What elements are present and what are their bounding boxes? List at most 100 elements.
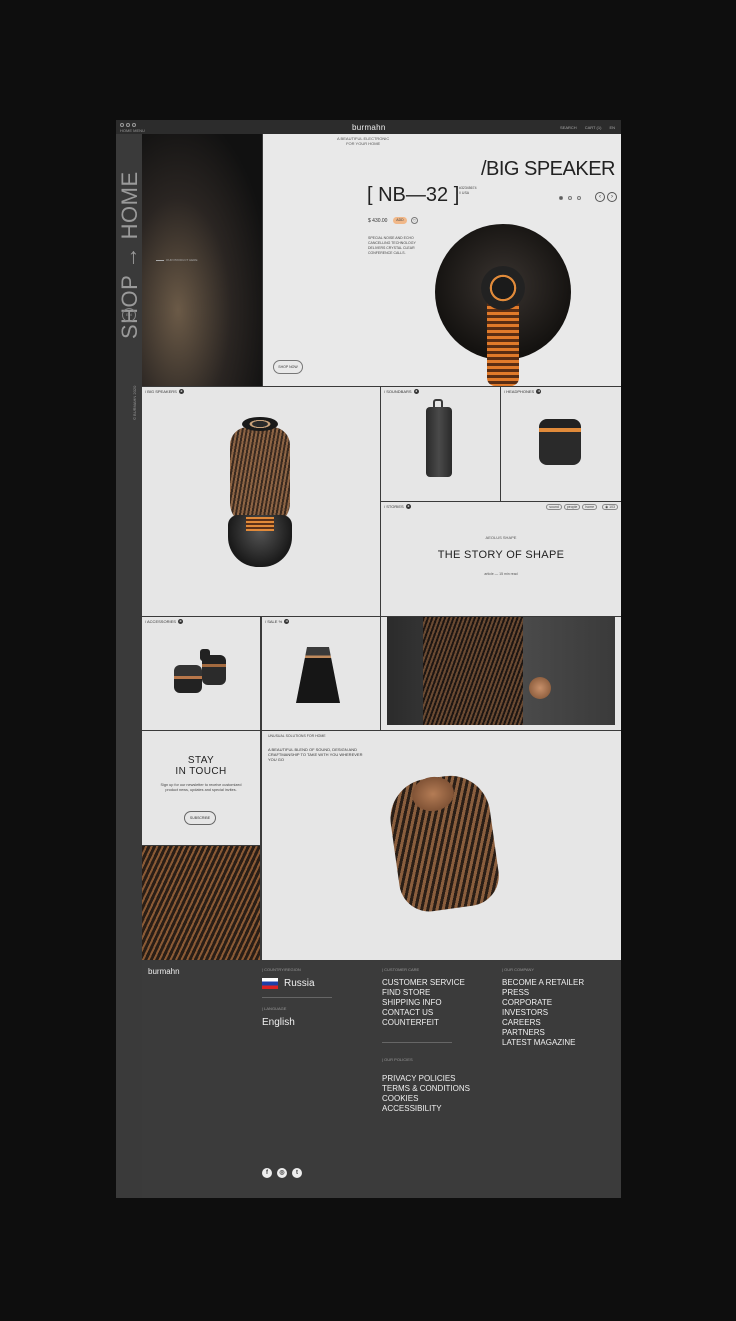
footer-link[interactable]: CONTACT US [382,1008,470,1018]
category-sale[interactable]: / SALE % ➜ [262,617,380,730]
arrow-icon: ➜ [178,389,184,394]
facebook-icon[interactable]: f [262,1168,272,1178]
country-heading: COUNTRY/REGION [262,967,332,972]
big-speaker-image [230,427,290,527]
soundbar-image [426,407,452,477]
footer: burmahn COUNTRY/REGION Russia LANGUAGE E… [142,961,621,1198]
divider [262,997,332,998]
category-headphones[interactable]: / HEADPHONES ➜ [501,387,621,501]
tag-chip[interactable]: home [582,504,598,510]
hero-tagline: A BEAUTIFUL ELECTRONIC FOR YOUR HOME [337,136,390,146]
footer-link[interactable]: TERMS & CONDITIONS [382,1084,470,1094]
carousel-dots[interactable] [559,196,581,200]
footer-link[interactable]: BECOME A RETAILER [502,978,584,988]
footer-link[interactable]: SHIPPING INFO [382,998,470,1008]
hero-title: /BIG SPEAKER [480,158,616,180]
accessory-image [174,665,202,693]
arrow-icon: ➜ [413,389,419,394]
category-soundbars[interactable]: / SOUNDBARS ➜ [381,387,500,501]
category-accessories[interactable]: / ACCESSORIES ➜ [142,617,260,730]
footer-link[interactable]: CORPORATE [502,998,584,1008]
headphones-image [539,419,581,465]
language-selector[interactable]: English [262,1017,332,1028]
hero-caption: OUR PRODUCT HERE [156,258,197,262]
accessory-cap-image [200,649,210,661]
sidebar: SHOP → HOME EN © BURMAHN 2020 [116,134,142,1198]
divider [382,1042,452,1043]
footer-link[interactable]: INVESTORS [502,1008,584,1018]
prev-arrow-icon[interactable]: ‹ [595,192,605,202]
tag-chip[interactable]: people [563,504,581,510]
site-logo[interactable]: burmahn [352,123,386,132]
footer-link[interactable]: LATEST MAGAZINE [502,1038,584,1048]
footer-link[interactable]: COOKIES [382,1094,470,1104]
arrow-icon: ➜ [405,504,411,509]
language-badge[interactable]: EN [122,308,136,322]
heart-icon[interactable]: ♡ [411,217,418,224]
instagram-icon[interactable]: ◎ [277,1168,287,1178]
company-heading: OUR COMPANY [502,967,584,972]
subscribe-button[interactable]: SUBSCRIBE [184,811,216,825]
footer-link[interactable]: CAREERS [502,1018,584,1028]
footer-link[interactable]: FIND STORE [382,988,470,998]
feature-kicker: UNUSUAL SOLUTIONS FOR HOME [268,734,326,738]
russia-flag-icon [262,978,278,989]
story-title[interactable]: THE STORY OF SHAPE [381,549,621,561]
story-meta: article — 15 min read [484,572,518,576]
product-description: SPECIAL NOISE AND ECHO CANCELLING TECHNO… [368,236,416,255]
model-sub: #32345674 // USA [459,186,477,195]
story-image-grill [423,617,523,725]
footer-logo[interactable]: burmahn [148,967,180,976]
speaker-cap-image [481,266,525,310]
category-big-speakers[interactable]: / BIG SPEAKERS ➜ [142,387,380,616]
category-label: / SALE % ➜ [265,619,290,624]
hero-panel: A BEAUTIFUL ELECTRONIC FOR YOUR HOME /BI… [263,134,621,386]
copyright: © BURMAHN 2020 [132,385,137,420]
hero-image: OUR PRODUCT HERE [142,134,262,386]
category-label: / BIG SPEAKERS ➜ [145,389,184,394]
price: $ 430.00 [368,218,388,224]
tag-chip[interactable]: sound [546,504,562,510]
big-speaker-top [242,417,278,431]
story-tags: sound people home ◉ 103 [546,504,618,510]
story-subtitle: AEOLUS SHAPE [485,535,517,540]
category-label: / SOUNDBARS ➜ [384,389,419,394]
next-arrow-icon[interactable]: › [607,192,617,202]
category-label: / ACCESSORIES ➜ [145,619,183,624]
footer-link[interactable]: COUNTERFEIT [382,1018,470,1028]
carousel-arrows: ‹ › [595,192,617,202]
story-image-knob [529,677,551,699]
footer-link[interactable]: CUSTOMER SERVICE [382,978,470,988]
footer-care-column: CUSTOMER CARE CUSTOMER SERVICE FIND STOR… [382,967,470,1114]
feature-panel: UNUSUAL SOLUTIONS FOR HOME A BEAUTIFUL B… [262,731,621,960]
header-actions: SEARCH CART (1) EN [560,125,615,130]
language-link[interactable]: EN [609,125,615,130]
category-label: / HEADPHONES ➜ [504,389,542,394]
window-chrome: HOME MENU burmahn SEARCH CART (1) EN [116,120,621,134]
add-to-cart-button[interactable]: ADD [393,217,407,224]
browser-window: HOME MENU burmahn SEARCH CART (1) EN SHO… [116,120,621,1198]
arrow-icon: ➜ [536,389,542,394]
cart-link[interactable]: CART (1) [585,125,602,130]
search-link[interactable]: SEARCH [560,125,577,130]
twitter-icon[interactable]: t [292,1168,302,1178]
stories-card[interactable]: / STORIES ➜ sound people home ◉ 103 AEOLU… [381,502,621,616]
views-count: ◉ 103 [602,504,618,510]
window-controls[interactable] [120,123,136,127]
menu-button[interactable]: HOME MENU [120,128,145,133]
language-heading: LANGUAGE [262,1006,332,1011]
feature-headline: A BEAUTIFUL BLEND OF SOUND, DESIGN AND C… [268,747,363,762]
footer-link[interactable]: PRIVACY POLICIES [382,1074,470,1084]
footer-link[interactable]: PRESS [502,988,584,998]
footer-region-column: COUNTRY/REGION Russia LANGUAGE English [262,967,332,1028]
footer-link[interactable]: ACCESSIBILITY [382,1104,470,1114]
model-number: [ NB—32 ] [367,184,460,206]
big-speaker-ring [246,517,274,531]
social-links: f ◎ t [262,1168,302,1178]
country-selector[interactable]: Russia [262,978,332,989]
arrow-icon: ➜ [284,619,290,624]
footer-company-column: OUR COMPANY BECOME A RETAILER PRESS CORP… [502,967,584,1048]
shop-now-button[interactable]: SHOP NOW [273,360,303,374]
policies-heading: OUR POLICIES [382,1057,470,1062]
footer-link[interactable]: PARTNERS [502,1028,584,1038]
